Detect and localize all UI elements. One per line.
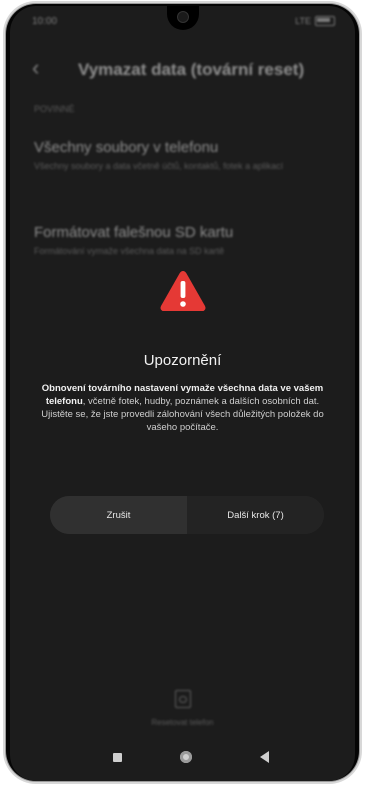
phone-reset-icon bbox=[174, 690, 191, 708]
reset-phone-action[interactable]: Resetovat telefon bbox=[10, 690, 355, 727]
warning-triangle-icon bbox=[160, 271, 205, 311]
recents-square-icon[interactable] bbox=[113, 753, 122, 762]
signal-label: LTE bbox=[295, 16, 311, 26]
option-all-files-title[interactable]: Všechny soubory v telefonu bbox=[34, 139, 218, 156]
dialog-message: Obnovení továrního nastavení vymaže všec… bbox=[36, 382, 329, 434]
reset-phone-label: Resetovat telefon bbox=[151, 718, 214, 727]
back-triangle-icon[interactable] bbox=[260, 751, 269, 763]
back-arrow-icon[interactable]: ‹ bbox=[32, 57, 39, 79]
page-title: Vymazat data (tovární reset) bbox=[78, 60, 305, 79]
status-time: 10:00 bbox=[32, 16, 58, 27]
cancel-button[interactable]: Zrušit bbox=[50, 496, 187, 534]
screen: 10:00 LTE ‹ Vymazat data (tovární reset)… bbox=[10, 6, 355, 781]
option-all-files-description: Všechny soubory a data včetně účtů, kont… bbox=[34, 161, 284, 171]
section-label: POVINNÉ bbox=[34, 104, 75, 114]
app-header: ‹ Vymazat data (tovární reset) bbox=[10, 57, 355, 82]
dialog-message-rest: , včetně fotek, hudby, poznámek a dalšíc… bbox=[41, 396, 324, 433]
status-bar: 10:00 LTE bbox=[10, 6, 355, 36]
option-format-sd-title[interactable]: Formátovat falešnou SD kartu bbox=[34, 224, 233, 241]
next-step-button[interactable]: Další krok (7) bbox=[187, 496, 324, 534]
status-right: LTE bbox=[295, 16, 335, 26]
phone-frame: 10:00 LTE ‹ Vymazat data (tovární reset)… bbox=[6, 4, 359, 781]
dialog-button-bar: Zrušit Další krok (7) bbox=[50, 496, 324, 534]
battery-icon bbox=[315, 16, 335, 26]
navigation-bar bbox=[10, 748, 355, 770]
home-circle-icon[interactable] bbox=[180, 751, 192, 763]
dialog-title: Upozornění bbox=[143, 352, 222, 369]
option-format-sd-description: Formátování vymaže všechna data na SD ka… bbox=[34, 246, 225, 256]
